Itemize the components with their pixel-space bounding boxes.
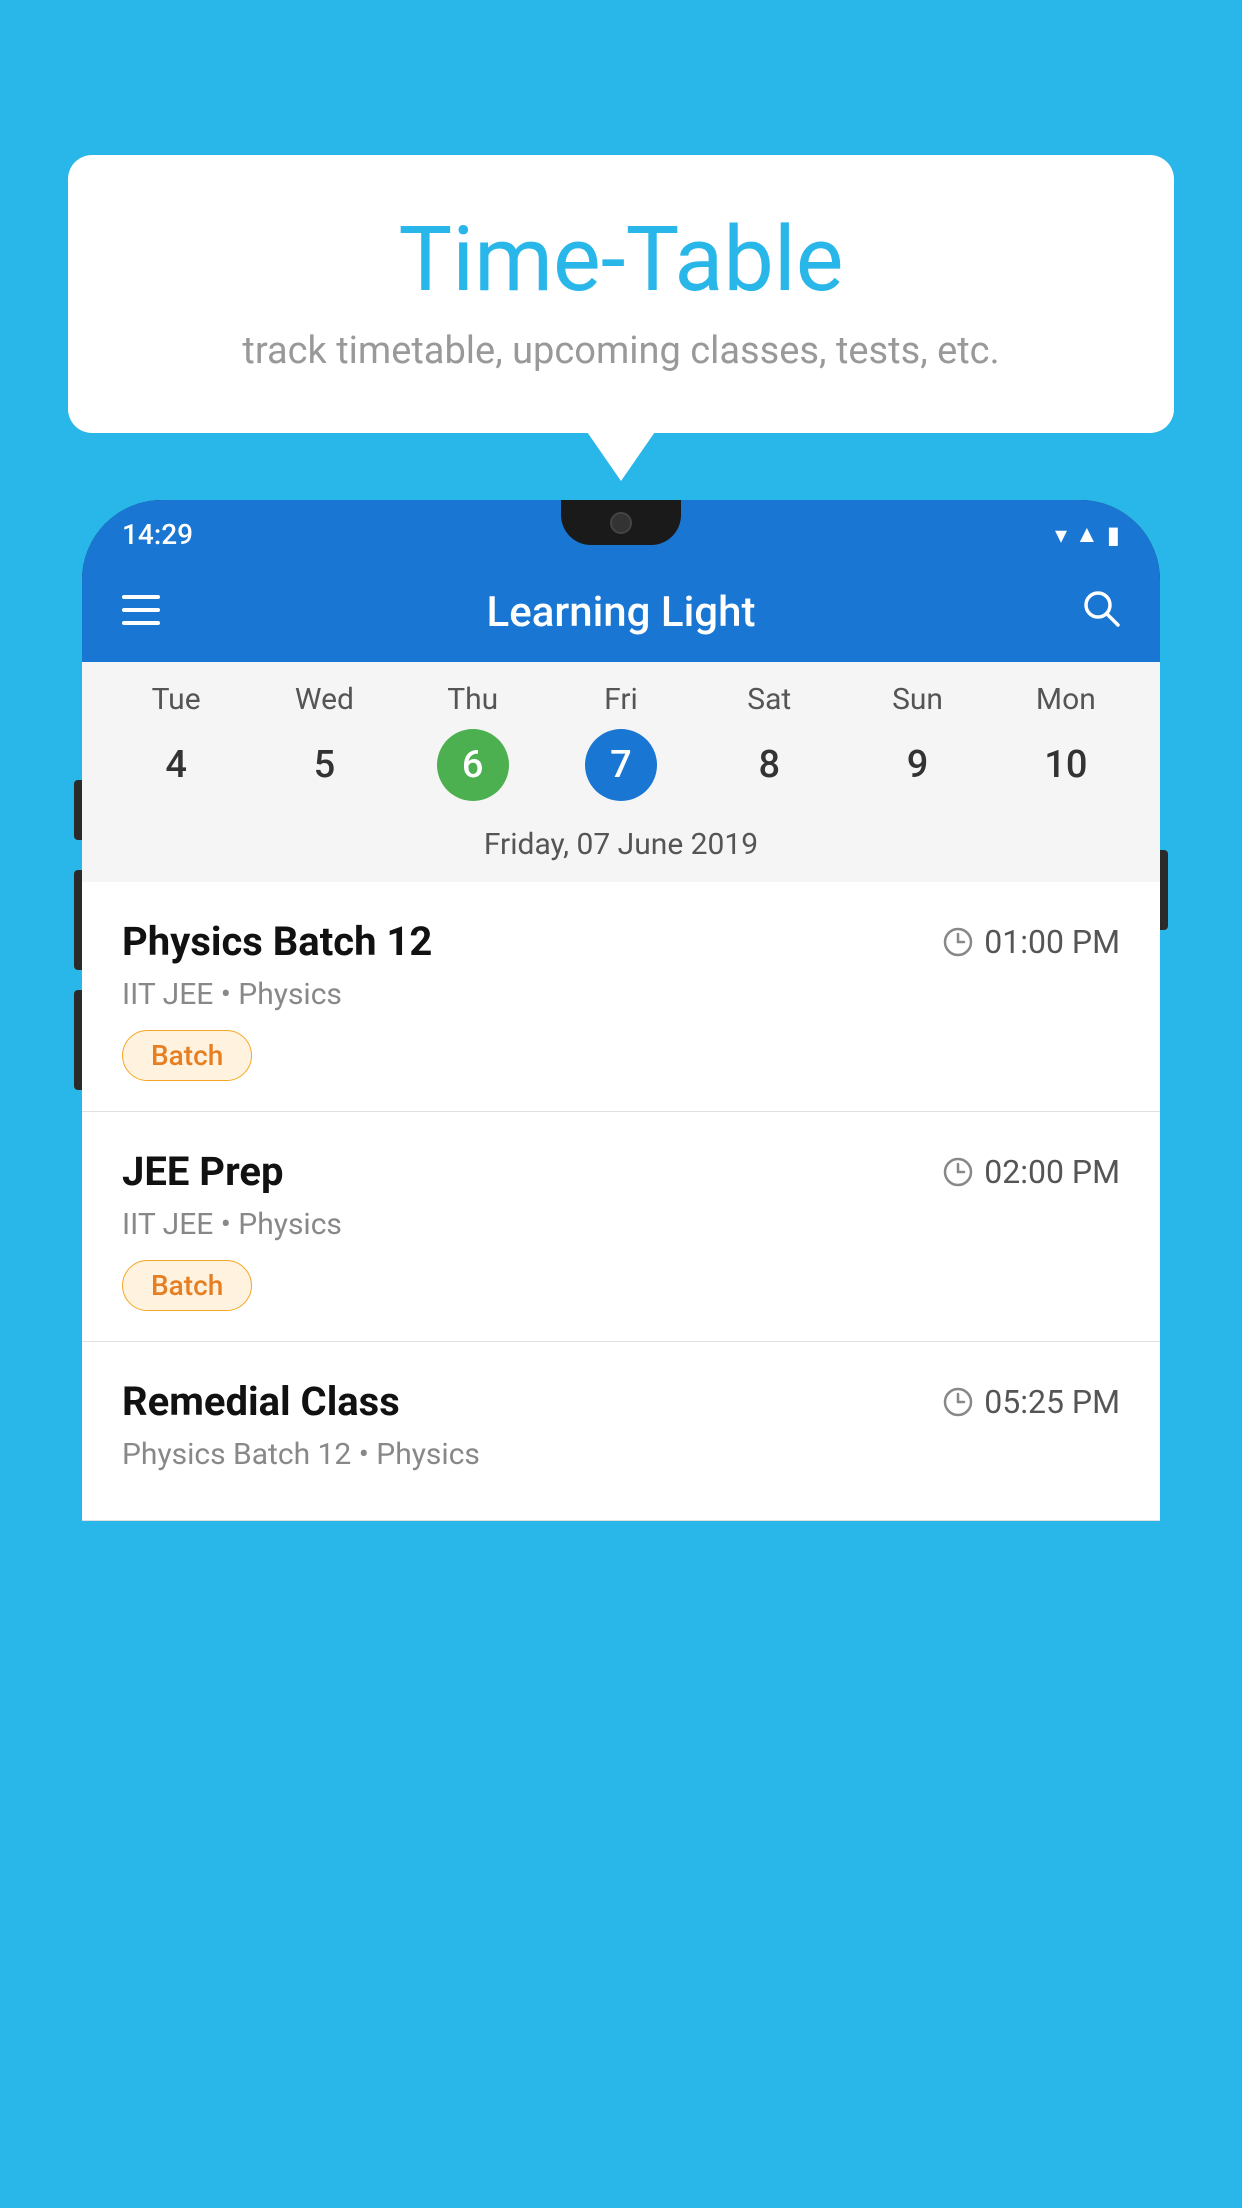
day-number[interactable]: 6 (437, 729, 509, 801)
day-name: Wed (295, 682, 354, 717)
day-number[interactable]: 7 (585, 729, 657, 801)
day-name: Mon (1036, 682, 1096, 717)
batch-badge: Batch (122, 1030, 252, 1081)
class-subtitle: IIT JEE • Physics (122, 977, 1120, 1012)
app-title: Learning Light (487, 588, 756, 637)
class-name: JEE Prep (122, 1148, 283, 1195)
signal-icon: ▲ (1075, 520, 1099, 549)
calendar-day-col[interactable]: Mon 10 (992, 682, 1140, 811)
status-time: 14:29 (122, 518, 193, 551)
phone-wrapper: 14:29 ▾ ▲ ▮ Learning Light (82, 500, 1160, 2208)
calendar-day-col[interactable]: Tue 4 (102, 682, 250, 811)
class-subtitle: Physics Batch 12 • Physics (122, 1437, 1120, 1472)
class-item[interactable]: Remedial Class 05:25 PM Physics Batch 12 … (82, 1342, 1160, 1521)
class-time: 02:00 PM (942, 1153, 1120, 1191)
day-number[interactable]: 5 (288, 729, 360, 801)
calendar-day-col[interactable]: Wed 5 (250, 682, 398, 811)
calendar-day-col[interactable]: Sun 9 (843, 682, 991, 811)
clock-icon (942, 1156, 974, 1188)
class-list: Physics Batch 12 01:00 PM IIT JEE • Physi… (82, 882, 1160, 1521)
day-name: Fri (604, 682, 638, 717)
menu-icon[interactable] (122, 592, 160, 634)
calendar-day-col[interactable]: Thu 6 (399, 682, 547, 811)
camera (610, 512, 632, 534)
class-item-header: Physics Batch 12 01:00 PM (122, 918, 1120, 965)
mute-button (74, 780, 82, 840)
selected-date: Friday, 07 June 2019 (92, 811, 1150, 882)
notch (561, 500, 681, 545)
day-name: Sun (892, 682, 943, 717)
search-icon[interactable] (1082, 589, 1120, 636)
class-item[interactable]: Physics Batch 12 01:00 PM IIT JEE • Physi… (82, 882, 1160, 1112)
bubble-title: Time-Table (128, 210, 1114, 309)
class-subtitle: IIT JEE • Physics (122, 1207, 1120, 1242)
class-time: 05:25 PM (942, 1383, 1120, 1421)
calendar-strip: Tue 4 Wed 5 Thu 6 Fri 7 Sat 8 Sun 9 Mon 10 Friday, 07… (82, 662, 1160, 882)
day-number[interactable]: 10 (1030, 729, 1102, 801)
speech-bubble: Time-Table track timetable, upcoming cla… (68, 155, 1174, 433)
class-name: Physics Batch 12 (122, 918, 432, 965)
bubble-subtitle: track timetable, upcoming classes, tests… (128, 329, 1114, 373)
clock-icon (942, 926, 974, 958)
class-item-header: JEE Prep 02:00 PM (122, 1148, 1120, 1195)
day-name: Thu (447, 682, 498, 717)
battery-icon: ▮ (1107, 521, 1120, 549)
class-item-header: Remedial Class 05:25 PM (122, 1378, 1120, 1425)
calendar-day-col[interactable]: Fri 7 (547, 682, 695, 811)
clock-icon (942, 1386, 974, 1418)
day-number[interactable]: 8 (733, 729, 805, 801)
day-name: Tue (152, 682, 201, 717)
class-item[interactable]: JEE Prep 02:00 PM IIT JEE • Physics Batch (82, 1112, 1160, 1342)
status-icons: ▾ ▲ ▮ (1055, 520, 1120, 549)
app-bar: Learning Light (82, 563, 1160, 662)
day-number[interactable]: 9 (882, 729, 954, 801)
batch-badge: Batch (122, 1260, 252, 1311)
volume-down-button (74, 990, 82, 1090)
wifi-icon: ▾ (1055, 521, 1067, 549)
power-button (1160, 850, 1168, 930)
class-time: 01:00 PM (942, 923, 1120, 961)
volume-up-button (74, 870, 82, 970)
calendar-day-col[interactable]: Sat 8 (695, 682, 843, 811)
phone-frame: 14:29 ▾ ▲ ▮ Learning Light (82, 500, 1160, 1521)
day-number[interactable]: 4 (140, 729, 212, 801)
day-name: Sat (747, 682, 791, 717)
calendar-days: Tue 4 Wed 5 Thu 6 Fri 7 Sat 8 Sun 9 Mon 10 (92, 682, 1150, 811)
class-name: Remedial Class (122, 1378, 400, 1425)
